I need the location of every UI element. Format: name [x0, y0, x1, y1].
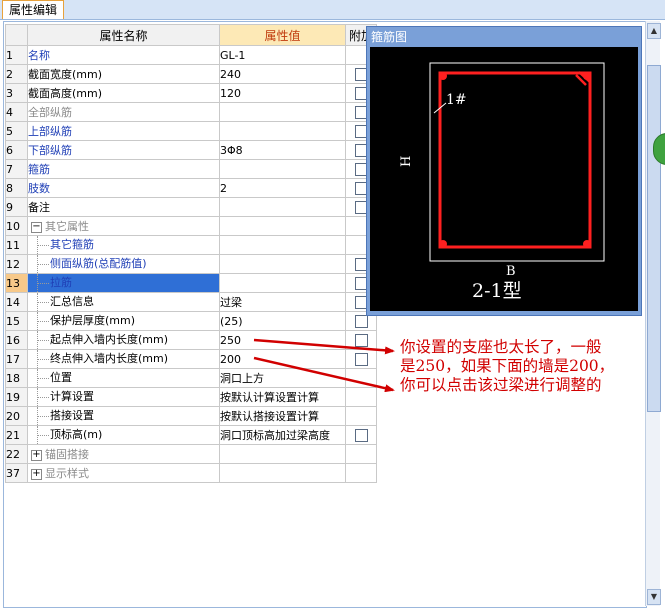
- annotation-line-1: 你设置的支座也太长了，一般: [400, 338, 602, 356]
- annotation-note: 你设置的支座也太长了，一般 是250，如果下面的墙是200， 你可以点击该过梁进…: [400, 338, 645, 395]
- annotation-arrows: [253, 338, 395, 393]
- arrow-to-start-length: [253, 338, 395, 355]
- annotation-line-3: 你可以点击该过梁进行调整的: [400, 376, 602, 394]
- arrow-to-end-length: [253, 356, 395, 393]
- annotation-line-2: 是250，如果下面的墙是200，: [400, 357, 615, 375]
